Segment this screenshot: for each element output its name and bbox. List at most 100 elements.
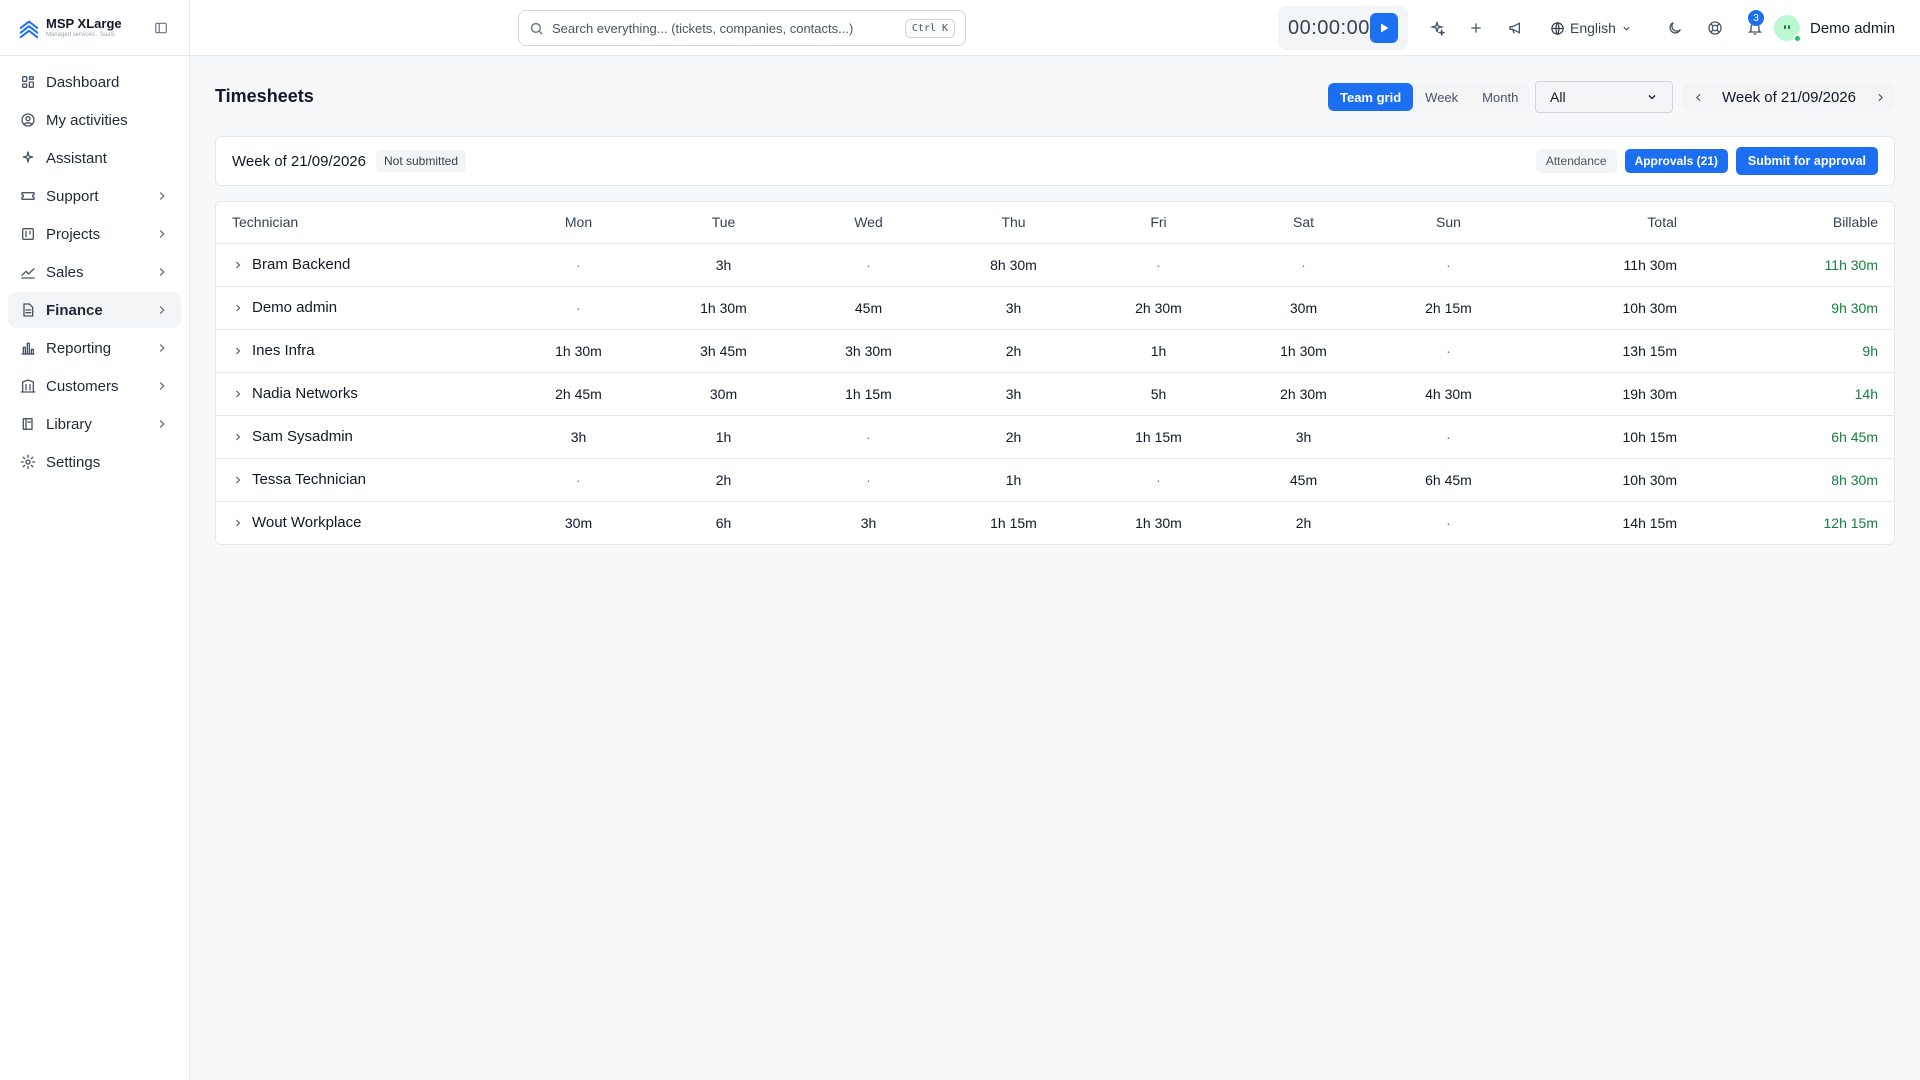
day-hours-cell[interactable]: 2h 30m [1231,372,1376,416]
day-hours-cell[interactable]: 3h 30m [796,329,941,373]
day-hours-cell[interactable]: · [796,243,941,287]
table-row[interactable]: Bram Backend · 3h · 8h 30m · · · 11h 30m 11h 30m [216,243,1894,287]
day-hours-cell[interactable]: 2h 15m [1376,286,1521,330]
technician-cell[interactable]: Demo admin [216,286,506,330]
day-hours-cell[interactable]: 3h [651,243,796,287]
day-hours-cell[interactable]: 2h [941,415,1086,459]
tab-month[interactable]: Month [1470,83,1530,111]
submit-for-approval-button[interactable]: Submit for approval [1735,147,1878,175]
previous-week-button[interactable] [1683,82,1713,112]
day-hours-cell[interactable]: 3h [941,372,1086,416]
day-hours-cell[interactable]: 3h [941,286,1086,330]
table-row[interactable]: Sam Sysadmin 3h 1h · 2h 1h 15m 3h · 10h 15m 6h 45… [216,415,1894,459]
expand-row-toggle[interactable]: Bram Backend [232,256,506,273]
sidebar-item-customers[interactable]: Customers [8,368,181,404]
day-hours-cell[interactable]: 30m [651,372,796,416]
day-hours-cell[interactable]: 3h [506,415,651,459]
expand-row-toggle[interactable]: Ines Infra [232,342,506,359]
sidebar-item-assistant[interactable]: Assistant [8,140,181,176]
day-hours-cell[interactable]: · [1231,243,1376,287]
day-hours-cell[interactable]: · [1376,329,1521,373]
day-hours-cell[interactable]: · [1086,243,1231,287]
day-hours-cell[interactable]: · [796,458,941,502]
sidebar-item-reporting[interactable]: Reporting [8,330,181,366]
day-hours-cell[interactable]: · [1376,501,1521,544]
day-hours-cell[interactable]: · [506,243,651,287]
day-hours-cell[interactable]: · [1376,415,1521,459]
approvals-button[interactable]: Approvals (21) [1624,149,1728,173]
day-hours-cell[interactable]: · [506,458,651,502]
tab-week[interactable]: Week [1413,83,1470,111]
day-hours-cell[interactable]: 2h [941,329,1086,373]
technician-cell[interactable]: Nadia Networks [216,372,506,416]
expand-row-toggle[interactable]: Nadia Networks [232,385,506,402]
day-hours-cell[interactable]: 3h 45m [651,329,796,373]
table-row[interactable]: Tessa Technician · 2h · 1h · 45m 6h 45m 10h 30m 8… [216,458,1894,502]
create-new-button[interactable] [1466,18,1486,38]
sidebar-toggle-button[interactable] [151,18,171,38]
announcements-button[interactable] [1506,18,1526,38]
day-hours-cell[interactable]: 1h 30m [651,286,796,330]
day-hours-cell[interactable]: 8h 30m [941,243,1086,287]
day-hours-cell[interactable]: 45m [796,286,941,330]
tab-team-grid[interactable]: Team grid [1328,83,1414,111]
day-hours-cell[interactable]: 5h [1086,372,1231,416]
ai-assistant-button[interactable] [1427,18,1447,38]
sidebar-item-settings[interactable]: Settings [8,444,181,480]
day-hours-cell[interactable]: 6h [651,501,796,544]
expand-row-toggle[interactable]: Demo admin [232,299,506,316]
expand-row-toggle[interactable]: Sam Sysadmin [232,428,506,445]
day-hours-cell[interactable]: 30m [1231,286,1376,330]
day-hours-cell[interactable]: 45m [1231,458,1376,502]
technician-filter-select[interactable]: All [1535,81,1673,113]
sidebar-item-finance[interactable]: Finance [8,292,181,328]
day-hours-cell[interactable]: 1h [1086,329,1231,373]
technician-cell[interactable]: Sam Sysadmin [216,415,506,459]
day-hours-cell[interactable]: 3h [1231,415,1376,459]
expand-row-toggle[interactable]: Tessa Technician [232,471,506,488]
start-timer-button[interactable] [1369,13,1398,43]
day-hours-cell[interactable]: 2h 30m [1086,286,1231,330]
day-hours-cell[interactable]: 1h 30m [1086,501,1231,544]
day-hours-cell[interactable]: 2h [651,458,796,502]
sidebar-item-sales[interactable]: Sales [8,254,181,290]
table-row[interactable]: Ines Infra 1h 30m 3h 45m 3h 30m 2h 1h 1h 30m · 1… [216,329,1894,373]
user-menu[interactable]: Demo admin [1774,14,1895,43]
day-hours-cell[interactable]: 1h 30m [1231,329,1376,373]
day-hours-cell[interactable]: 6h 45m [1376,458,1521,502]
day-hours-cell[interactable]: 1h 30m [506,329,651,373]
day-hours-cell[interactable]: 2h [1231,501,1376,544]
table-row[interactable]: Nadia Networks 2h 45m 30m 1h 15m 3h 5h 2h 30m 4… [216,372,1894,416]
technician-cell[interactable]: Tessa Technician [216,458,506,502]
sidebar-item-support[interactable]: Support [8,178,181,214]
technician-cell[interactable]: Wout Workplace [216,501,506,544]
day-hours-cell[interactable]: · [1086,458,1231,502]
technician-cell[interactable]: Bram Backend [216,243,506,287]
day-hours-cell[interactable]: 2h 45m [506,372,651,416]
theme-toggle-button[interactable] [1665,18,1685,38]
day-hours-cell[interactable]: 1h [651,415,796,459]
sidebar-item-dashboard[interactable]: Dashboard [8,64,181,100]
day-hours-cell[interactable]: 1h 15m [796,372,941,416]
attendance-button[interactable]: Attendance [1535,149,1617,173]
language-select[interactable]: English [1550,16,1632,40]
expand-row-toggle[interactable]: Wout Workplace [232,514,506,531]
day-hours-cell[interactable]: 1h 15m [1086,415,1231,459]
search-input[interactable]: Search everything... (tickets, companies… [518,10,966,46]
sidebar-item-projects[interactable]: Projects [8,216,181,252]
day-hours-cell[interactable]: 3h [796,501,941,544]
day-hours-cell[interactable]: 30m [506,501,651,544]
next-week-button[interactable] [1865,82,1895,112]
day-hours-cell[interactable]: 4h 30m [1376,372,1521,416]
day-hours-cell[interactable]: · [506,286,651,330]
table-row[interactable]: Wout Workplace 30m 6h 3h 1h 15m 1h 30m 2h · 14h … [216,501,1894,544]
day-hours-cell[interactable]: 1h [941,458,1086,502]
table-row[interactable]: Demo admin · 1h 30m 45m 3h 2h 30m 30m 2h 15m 10h… [216,286,1894,330]
help-button[interactable] [1705,18,1725,38]
technician-cell[interactable]: Ines Infra [216,329,506,373]
day-hours-cell[interactable]: · [796,415,941,459]
day-hours-cell[interactable]: 1h 15m [941,501,1086,544]
day-hours-cell[interactable]: · [1376,243,1521,287]
sidebar-item-my-activities[interactable]: My activities [8,102,181,138]
sidebar-item-library[interactable]: Library [8,406,181,442]
